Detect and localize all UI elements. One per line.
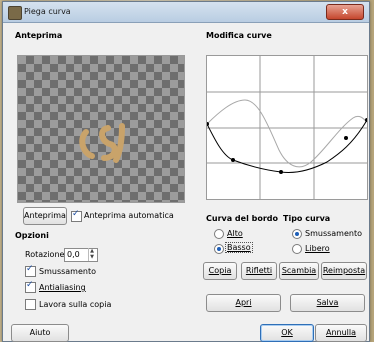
- curve-point: [365, 118, 367, 122]
- open-button[interactable]: Apri: [206, 294, 281, 312]
- smoothing-checkbox[interactable]: [25, 264, 36, 277]
- work-on-copy-checkbox[interactable]: [25, 299, 36, 310]
- preview-canvas: [17, 55, 185, 203]
- reset-button[interactable]: Reimposta: [321, 262, 367, 280]
- edge-bottom-label: Basso: [225, 242, 253, 253]
- swap-button[interactable]: Scambia: [279, 262, 319, 280]
- edge-top-radio[interactable]: [214, 229, 224, 239]
- curve-point: [279, 170, 283, 174]
- mirror-button[interactable]: Rifletti: [241, 262, 277, 280]
- ok-button[interactable]: OK: [260, 324, 314, 342]
- preview-section-title: Anteprima: [15, 31, 63, 40]
- curves-section-title: Modifica curve: [206, 31, 272, 40]
- edge-top-label: Alto: [227, 229, 243, 238]
- rotation-label: Rotazione:: [25, 250, 68, 259]
- edge-bottom-radio[interactable]: [214, 244, 224, 254]
- curve-editor[interactable]: [206, 55, 368, 200]
- preview-button[interactable]: Anteprima: [23, 207, 67, 225]
- options-section-title: Opzioni: [15, 231, 49, 240]
- curve-bend-dialog: Piega curva x Anteprima Modifica curve A…: [2, 1, 370, 342]
- type-free-label: Libero: [305, 244, 330, 253]
- antialiasing-checkbox[interactable]: [25, 280, 36, 293]
- type-smooth-label: Smussamento: [305, 229, 362, 238]
- curve-point: [231, 158, 235, 162]
- edge-curve-title: Curva del bordo: [206, 214, 278, 223]
- window-title: Piega curva: [24, 7, 71, 16]
- curve-plot: [207, 56, 367, 199]
- upper-curve: [207, 99, 367, 168]
- type-free-radio[interactable]: [292, 244, 302, 254]
- title-bar: Piega curva x: [3, 2, 369, 23]
- auto-preview-checkbox[interactable]: [71, 209, 82, 222]
- curve-type-title: Tipo curva: [283, 214, 331, 223]
- preview-mark: [79, 123, 125, 163]
- copy-button[interactable]: Copia: [203, 262, 237, 280]
- type-smooth-radio[interactable]: [292, 229, 302, 239]
- smoothing-label: Smussamento: [39, 267, 96, 276]
- auto-preview-label: Anteprima automatica: [84, 211, 174, 220]
- antialiasing-label: Antialiasing: [39, 283, 86, 292]
- save-button[interactable]: Salva: [290, 294, 365, 312]
- rotation-stepper[interactable]: ▲ ▼: [88, 248, 95, 261]
- app-icon: [8, 6, 22, 20]
- cancel-button[interactable]: Annulla: [315, 324, 367, 342]
- work-on-copy-label: Lavora sulla copia: [39, 300, 112, 309]
- help-button[interactable]: Aiuto: [11, 324, 69, 342]
- close-button[interactable]: x: [326, 4, 364, 20]
- curve-point: [344, 136, 348, 140]
